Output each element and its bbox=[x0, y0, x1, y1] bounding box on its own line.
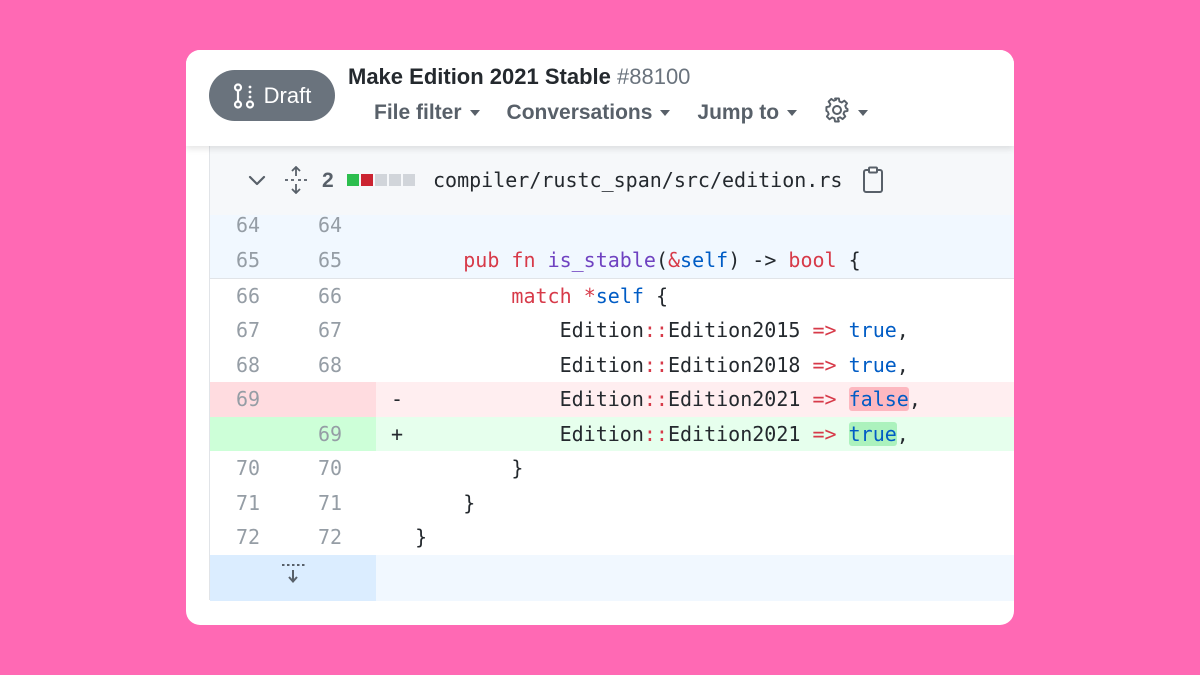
file-header: 2 compiler/rustc_span/src/edition.rs bbox=[210, 146, 1014, 216]
diffstat-removed-block bbox=[361, 174, 373, 186]
unfold-icon[interactable] bbox=[284, 165, 308, 200]
diff-row: 71 71 } bbox=[210, 486, 1014, 521]
new-line-number[interactable]: 67 bbox=[293, 313, 376, 348]
addition-marker: + bbox=[391, 421, 404, 446]
deletion-marker: - bbox=[391, 387, 404, 411]
caret-down-icon bbox=[858, 110, 869, 116]
diffstat-added-block bbox=[347, 174, 359, 186]
file-filter-label: File filter bbox=[374, 101, 462, 124]
draft-label: Draft bbox=[263, 82, 312, 108]
old-line-number[interactable]: 69 bbox=[210, 382, 293, 417]
diff-row: 68 68 Edition::Edition2018 => true, bbox=[210, 348, 1014, 383]
new-line-number[interactable]: 71 bbox=[293, 486, 376, 521]
file-diff: 2 compiler/rustc_span/src/edition.rs 64 bbox=[209, 146, 1014, 601]
caret-down-icon bbox=[469, 110, 480, 116]
diff-row-deleted: 69 - Edition::Edition2021 => false, bbox=[210, 382, 1014, 417]
file-filter-dropdown[interactable]: File filter bbox=[374, 101, 480, 125]
expand-lines-row bbox=[210, 554, 1014, 601]
code-line: match *self { bbox=[511, 283, 668, 308]
code-line: } bbox=[463, 490, 476, 515]
diff-row: 70 70 } bbox=[210, 451, 1014, 486]
new-line-number[interactable]: 69 bbox=[293, 416, 376, 451]
diff-table: 64 64 65 65 pub fn is_stable(&self) -> b… bbox=[210, 215, 1014, 601]
git-pull-request-draft-icon bbox=[233, 82, 255, 109]
diffstat-neutral-block bbox=[389, 174, 401, 186]
changes-count: 2 bbox=[322, 169, 334, 192]
diff-row: 72 72 } bbox=[210, 520, 1014, 555]
conversations-dropdown[interactable]: Conversations bbox=[507, 101, 671, 125]
expand-down-button[interactable] bbox=[210, 554, 376, 601]
diffstat-neutral-block bbox=[375, 174, 387, 186]
code-line: Edition::Edition2018 => true, bbox=[391, 352, 909, 377]
old-line-number[interactable]: 66 bbox=[210, 279, 293, 314]
diff-row: 67 67 Edition::Edition2015 => true, bbox=[210, 313, 1014, 348]
new-line-number[interactable]: 65 bbox=[293, 243, 376, 278]
old-line-number[interactable]: 64 bbox=[210, 215, 293, 243]
old-line-number[interactable]: 71 bbox=[210, 486, 293, 521]
pr-number[interactable]: #88100 bbox=[617, 64, 690, 89]
code-line: pub fn is_stable(&self) -> bool { bbox=[463, 248, 861, 272]
old-line-number[interactable]: 65 bbox=[210, 243, 293, 278]
new-line-number[interactable]: 66 bbox=[293, 279, 376, 314]
expand-lines-spacer bbox=[376, 554, 1014, 601]
new-line-number[interactable]: 72 bbox=[293, 520, 376, 555]
code-line: - Edition::Edition2021 => false, bbox=[376, 382, 1014, 417]
caret-down-icon bbox=[787, 110, 798, 116]
file-path[interactable]: compiler/rustc_span/src/edition.rs bbox=[433, 168, 842, 192]
new-line-number[interactable] bbox=[293, 382, 376, 417]
old-line-number[interactable] bbox=[210, 416, 293, 451]
diff-row: 64 64 bbox=[210, 215, 1014, 243]
copy-icon[interactable] bbox=[861, 166, 885, 200]
code-line: + Edition::Edition2021 => true, bbox=[376, 416, 1014, 451]
conversations-label: Conversations bbox=[506, 101, 653, 124]
new-line-number[interactable]: 68 bbox=[293, 348, 376, 383]
old-line-number[interactable]: 70 bbox=[210, 451, 293, 486]
jump-to-label: Jump to bbox=[697, 101, 780, 124]
code-line: Edition::Edition2015 => true, bbox=[391, 318, 909, 342]
pr-title-text: Make Edition 2021 Stable bbox=[348, 64, 611, 89]
diffstat-neutral-block bbox=[403, 174, 415, 186]
diff-row: 66 66 match *self { bbox=[210, 277, 1014, 314]
gear-icon bbox=[824, 97, 850, 129]
diff-row: 65 65 pub fn is_stable(&self) -> bool { bbox=[210, 243, 1014, 278]
settings-dropdown[interactable] bbox=[824, 97, 869, 129]
code-line: } bbox=[415, 525, 428, 549]
draft-status-badge: Draft bbox=[209, 70, 335, 121]
pr-title: Make Edition 2021 Stable #88100 bbox=[348, 64, 690, 90]
diff-toolbar: File filter Conversations Jump to bbox=[374, 97, 869, 129]
diffstat bbox=[347, 174, 415, 186]
old-line-number[interactable]: 72 bbox=[210, 520, 293, 555]
new-line-number[interactable]: 64 bbox=[293, 215, 376, 243]
diff-row-added: 69 + Edition::Edition2021 => true, bbox=[210, 416, 1014, 451]
caret-down-icon bbox=[660, 110, 671, 116]
chevron-down-icon[interactable] bbox=[247, 170, 267, 196]
old-line-number[interactable]: 67 bbox=[210, 313, 293, 348]
jump-to-dropdown[interactable]: Jump to bbox=[697, 101, 798, 125]
expand-down-icon bbox=[280, 560, 306, 595]
pr-header: Draft Make Edition 2021 Stable #88100 Fi… bbox=[186, 50, 1014, 146]
new-line-number[interactable]: 70 bbox=[293, 451, 376, 486]
code-line: } bbox=[511, 456, 524, 480]
old-line-number[interactable]: 68 bbox=[210, 348, 293, 383]
pull-request-card: Draft Make Edition 2021 Stable #88100 Fi… bbox=[186, 50, 1014, 625]
